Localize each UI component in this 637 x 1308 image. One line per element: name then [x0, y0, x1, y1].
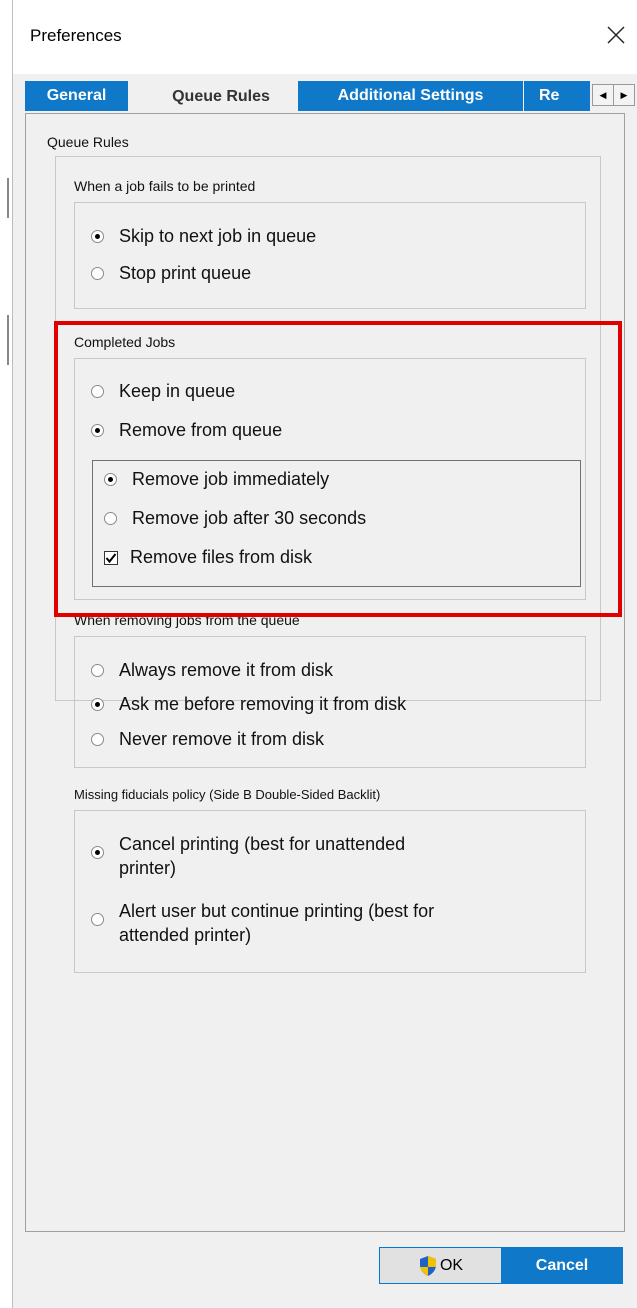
- option-label-line: printer): [119, 858, 177, 878]
- stop-print-queue-radio[interactable]: Stop print queue: [91, 263, 251, 284]
- tab-general[interactable]: General: [25, 81, 128, 111]
- cancel-button[interactable]: Cancel: [501, 1247, 623, 1284]
- never-remove-from-disk-radio[interactable]: Never remove it from disk: [91, 729, 324, 750]
- option-label-line: Cancel printing (best for unattended: [119, 834, 406, 854]
- radio-button[interactable]: [91, 698, 104, 711]
- radio-button[interactable]: [91, 230, 104, 243]
- failed-job-group: [74, 202, 586, 309]
- tab-additional-settings[interactable]: Additional Settings: [298, 81, 523, 111]
- option-label: Stop print queue: [119, 263, 252, 283]
- failed-job-heading: When a job fails to be printed: [74, 178, 256, 194]
- background-mark: [7, 315, 9, 365]
- scroll-right-icon: ▶: [620, 89, 628, 100]
- close-icon: [607, 26, 625, 44]
- option-label: Skip to next job in queue: [119, 226, 317, 246]
- scroll-left-icon: ◀: [599, 89, 607, 100]
- title-bar: Preferences: [13, 0, 637, 74]
- queue-rules-heading: Queue Rules: [47, 134, 129, 150]
- option-label: Always remove it from disk: [119, 660, 334, 680]
- background-strip: [0, 0, 12, 1308]
- preferences-window: Preferences General Queue Rules Addition…: [12, 0, 637, 1308]
- background-mark: [7, 178, 9, 218]
- option-label-line: Alert user but continue printing (best f…: [119, 901, 435, 921]
- always-remove-from-disk-radio[interactable]: Always remove it from disk: [91, 660, 333, 681]
- radio-button[interactable]: [91, 267, 104, 280]
- option-label: Cancel printing (best for unattended pri…: [119, 832, 405, 880]
- window-title: Preferences: [30, 26, 122, 45]
- missing-fiducials-heading: Missing fiducials policy (Side B Double-…: [74, 787, 381, 802]
- cancel-printing-radio[interactable]: Cancel printing (best for unattended pri…: [91, 832, 405, 880]
- tab-scroll-right-button[interactable]: ▶: [613, 84, 635, 106]
- radio-button[interactable]: [91, 913, 104, 926]
- radio-button[interactable]: [91, 733, 104, 746]
- shield-icon: [419, 1255, 436, 1276]
- tab-scroll-left-button[interactable]: ◀: [592, 84, 614, 106]
- skip-to-next-job-radio[interactable]: Skip to next job in queue: [91, 226, 316, 247]
- tab-re[interactable]: Re: [524, 81, 590, 111]
- alert-user-continue-radio[interactable]: Alert user but continue printing (best f…: [91, 899, 434, 947]
- radio-button[interactable]: [91, 846, 104, 859]
- option-label-line: attended printer): [119, 925, 252, 945]
- tab-queue-rules[interactable]: Queue Rules: [141, 79, 301, 114]
- tab-bar: General Queue Rules Additional Settings …: [13, 74, 637, 114]
- option-label: Alert user but continue printing (best f…: [119, 899, 434, 947]
- highlight-box: [54, 321, 622, 617]
- ok-label: OK: [439, 1256, 464, 1274]
- cancel-label: Cancel: [535, 1256, 589, 1274]
- ok-button[interactable]: OK: [379, 1247, 502, 1284]
- ask-before-removing-radio[interactable]: Ask me before removing it from disk: [91, 694, 406, 715]
- option-label: Ask me before removing it from disk: [119, 694, 407, 714]
- radio-button[interactable]: [91, 664, 104, 677]
- option-label: Never remove it from disk: [119, 729, 325, 749]
- close-button[interactable]: [594, 12, 637, 58]
